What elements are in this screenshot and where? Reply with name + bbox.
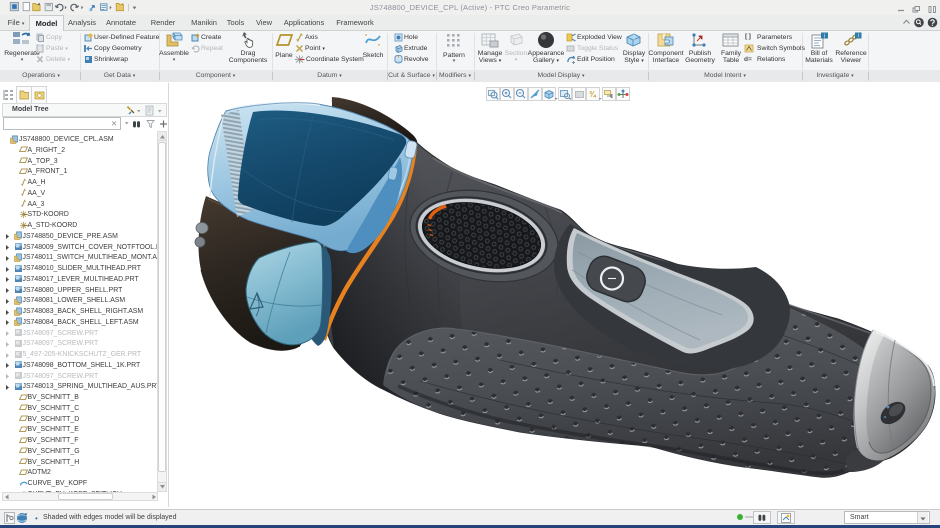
svg-text:i: i [824,33,825,39]
svg-text:i: i [858,33,859,39]
